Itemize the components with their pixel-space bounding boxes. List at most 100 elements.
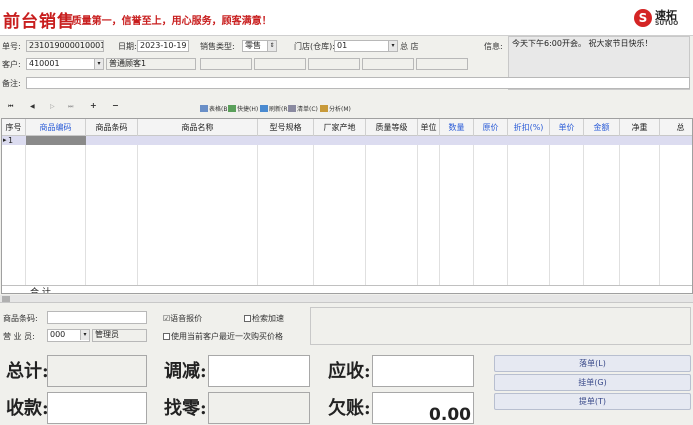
refresh-icon <box>260 105 268 112</box>
column-header[interactable]: 厂家产地 <box>314 119 366 136</box>
customer-extra-field-1 <box>200 58 252 70</box>
slogan-text: - 质量第一，信誉至上，用心服务，顾客满意！ <box>64 16 272 27</box>
column-header[interactable]: 原价 <box>474 119 508 136</box>
store-code: 01 <box>337 41 348 50</box>
sales-type-select[interactable]: 零售 ⇕ <box>242 40 277 52</box>
customer-code: 410001 <box>29 59 60 68</box>
suspend-order-button[interactable]: 挂单(G) <box>494 374 691 391</box>
column-header[interactable]: 质量等级 <box>366 119 418 136</box>
customer-extra-field-2 <box>254 58 306 70</box>
next-record-icon[interactable]: ▷ <box>50 103 55 110</box>
search-speed-checkbox[interactable] <box>244 315 251 322</box>
hold-order-button[interactable]: 落单(L) <box>494 355 691 372</box>
grid-column <box>550 136 584 293</box>
quick-icon <box>228 105 236 112</box>
grid-column <box>418 136 440 293</box>
column-header[interactable]: 商品编码 <box>26 119 86 136</box>
column-header[interactable]: 总 <box>660 119 692 136</box>
selected-row[interactable] <box>2 136 692 145</box>
last-price-checkbox[interactable] <box>163 333 170 340</box>
grid-column <box>26 136 86 293</box>
owed-label: 欠账: <box>328 398 371 419</box>
grid-column <box>138 136 258 293</box>
grid-column <box>474 136 508 293</box>
last-record-icon[interactable]: ⏭ <box>68 103 73 111</box>
chevron-down-icon[interactable]: ▾ <box>388 41 397 51</box>
logo-subtext: SUTUO <box>655 20 679 27</box>
column-header[interactable]: 单价 <box>550 119 584 136</box>
sales-type-label: 销售类型: <box>200 42 235 51</box>
delete-row-button[interactable]: − <box>112 101 119 110</box>
last-price-option[interactable]: 使用当前客户最近一次购买价格 <box>163 331 283 342</box>
customer-extra-field-3 <box>308 58 360 70</box>
grid-column <box>2 136 26 293</box>
prev-record-icon[interactable]: ◀ <box>30 103 35 110</box>
grid-column <box>584 136 620 293</box>
column-header[interactable]: 金额 <box>584 119 620 136</box>
grid-toolbar: ⏮ ◀ ▷ ⏭ + − 表格(B) 快捷(H) 刷新(R) 清单(C) 分析(M… <box>0 101 693 117</box>
remark-input[interactable] <box>26 77 690 89</box>
company-logo: S 速拓 SUTUO <box>634 7 690 29</box>
search-speed-option[interactable]: 检索加速 <box>244 313 284 324</box>
list-button[interactable]: 清单(C) <box>288 104 318 113</box>
receivable-label: 应收: <box>328 361 371 382</box>
column-header[interactable]: 序号 <box>2 119 26 136</box>
customer-label: 客户: <box>2 60 21 69</box>
refresh-button[interactable]: 刷新(R) <box>260 104 290 113</box>
sales-type-value: 零售 <box>245 41 261 50</box>
barcode-input[interactable] <box>47 311 147 324</box>
column-header[interactable]: 商品条码 <box>86 119 138 136</box>
grid-column <box>314 136 366 293</box>
salesman-name: 管理员 <box>92 329 147 342</box>
list-icon <box>288 105 296 112</box>
first-record-icon[interactable]: ⏮ <box>8 103 13 111</box>
column-header[interactable]: 商品名称 <box>138 119 258 136</box>
spinner-icon[interactable]: ⇕ <box>267 41 276 51</box>
scroll-thumb[interactable] <box>2 296 10 302</box>
analysis-icon <box>320 105 328 112</box>
order-no-field[interactable]: 231019000010001 <box>26 40 104 52</box>
salesman-label: 营 业 员: <box>3 332 35 341</box>
grid-column <box>258 136 314 293</box>
column-header[interactable]: 单位 <box>418 119 440 136</box>
store-name: 总 店 <box>400 42 419 51</box>
header-bar: 前台销售 - 质量第一，信誉至上，用心服务，顾客满意！ S 速拓 SUTUO <box>0 0 693 36</box>
chevron-down-icon[interactable]: ▾ <box>94 59 103 69</box>
active-cell[interactable] <box>26 136 86 145</box>
table-mode-button[interactable]: 表格(B) <box>200 104 230 113</box>
horizontal-scrollbar[interactable] <box>0 295 693 303</box>
sales-grid[interactable]: 序号 商品编码 商品条码 商品名称 型号规格 厂家产地 质量等级 单位 数量 原价 折扣(%) 单价金… <box>1 118 693 294</box>
grid-column <box>660 136 692 293</box>
grid-column <box>620 136 660 293</box>
change-label: 找零: <box>164 398 207 419</box>
grid-column <box>366 136 418 293</box>
store-label: 门店(仓库): <box>294 42 335 51</box>
chevron-down-icon[interactable]: ▾ <box>80 330 89 340</box>
owed-value: 0.00 <box>429 405 471 425</box>
owed-field: 0.00 <box>372 392 474 425</box>
date-field[interactable]: 2023-10-19 <box>137 40 189 52</box>
total-label: 合 计 <box>30 288 51 294</box>
column-header[interactable]: 折扣(%) <box>508 119 550 136</box>
adjust-input[interactable] <box>208 355 310 387</box>
column-header[interactable]: 型号规格 <box>258 119 314 136</box>
total-amount-field <box>47 355 147 387</box>
add-row-button[interactable]: + <box>90 101 97 110</box>
row-number: 1 <box>8 136 14 145</box>
analysis-button[interactable]: 分析(M) <box>320 104 351 113</box>
salesman-select[interactable]: 000 ▾ <box>47 329 90 342</box>
order-no-label: 单号: <box>2 42 21 51</box>
logo-mark-icon: S <box>634 9 652 27</box>
received-input[interactable] <box>47 392 147 424</box>
grid-column <box>508 136 550 293</box>
customer-code-field[interactable]: 410001 ▾ <box>26 58 104 70</box>
store-select[interactable]: 01 ▾ <box>334 40 398 52</box>
column-header[interactable]: 数量 <box>440 119 474 136</box>
voice-option[interactable]: ☑语音报价 <box>163 313 202 324</box>
memo-panel <box>310 307 691 345</box>
column-header[interactable]: 净重 <box>620 119 660 136</box>
grid-column <box>86 136 138 293</box>
salesman-code: 000 <box>50 330 66 339</box>
quick-button[interactable]: 快捷(H) <box>228 104 258 113</box>
retrieve-order-button[interactable]: 提单(T) <box>494 393 691 410</box>
